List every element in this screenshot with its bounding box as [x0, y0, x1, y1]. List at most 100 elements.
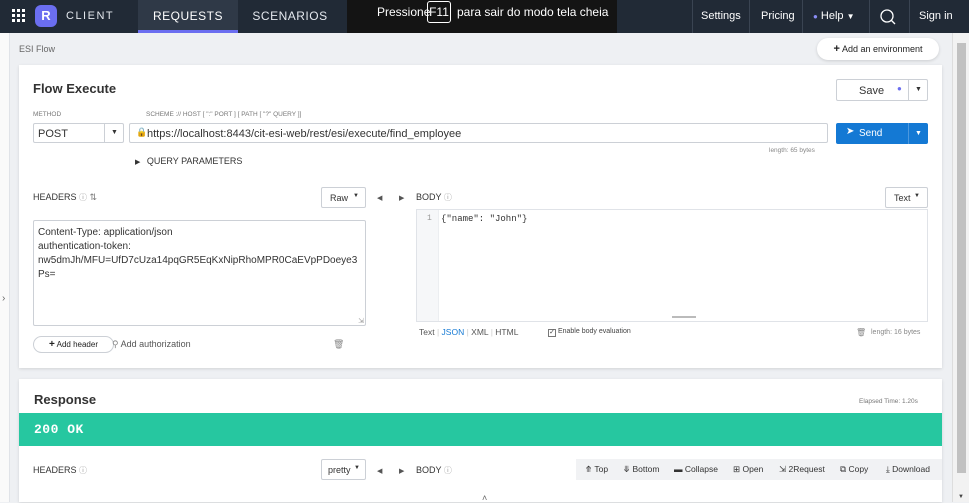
header-line: Content-Type: application/json	[38, 227, 173, 238]
response-headers-mode-select[interactable]: pretty ▼	[321, 459, 366, 480]
trash-icon[interactable]: 🗑	[333, 339, 344, 350]
caret-down-icon: ▼	[846, 12, 855, 21]
body-mode-select[interactable]: Text ▼	[885, 187, 928, 208]
lock-icon: 🔒	[136, 127, 148, 137]
response-toolbar: ⤊ Top ⤋ Bottom ▬ Collapse ⊞ Open ⇲ 2Requ…	[576, 459, 942, 480]
collapse-right-icon[interactable]: ▶	[399, 194, 404, 202]
chat-icon[interactable]	[878, 0, 900, 33]
checkbox-checked-icon[interactable]: ✓	[548, 329, 556, 337]
sort-icon[interactable]: ⇅	[90, 192, 98, 202]
format-text[interactable]: Text	[419, 327, 435, 337]
export-icon: ⇲	[779, 464, 787, 474]
body-editor[interactable]: 1 {"name": "John"}	[416, 209, 928, 322]
method-select[interactable]: POST ▼	[33, 123, 124, 143]
arrow-down-icon: ⤋	[623, 464, 631, 474]
pricing-link[interactable]: Pricing	[761, 0, 795, 33]
caret-down-icon: ▼	[914, 193, 920, 199]
enable-body-evaluation[interactable]: ✓ Enable body evaluation	[548, 328, 631, 337]
url-value: https://localhost:8443/cit-esi-web/rest/…	[147, 128, 462, 140]
query-parameters-toggle[interactable]: ▶ QUERY PARAMETERS	[135, 156, 242, 166]
signin-link[interactable]: Sign in	[919, 0, 953, 33]
app-name: CLIENT	[66, 10, 115, 22]
response-body-label-text: BODY	[416, 465, 442, 475]
line-number: 1	[427, 214, 432, 223]
headers-label: HEADERS ⓘ ⇅	[33, 192, 97, 203]
tab-scenarios[interactable]: SCENARIOS	[240, 0, 340, 33]
send-button[interactable]: ➤ Send ▼	[836, 123, 928, 144]
apps-grid-icon[interactable]	[12, 9, 26, 23]
settings-link[interactable]: Settings	[701, 0, 741, 33]
save-dot-icon: ●	[897, 84, 902, 93]
url-format-label: SCHEME :// HOST [ ":" PORT ] [ PATH [ "?…	[146, 111, 302, 118]
save-menu-caret-icon[interactable]: ▼	[908, 80, 928, 100]
info-icon: ⓘ	[443, 193, 452, 202]
save-label: Save	[859, 85, 885, 97]
collapse-label: Collapse	[684, 464, 718, 474]
response-panel: Response Elapsed Time: 1.20s 200 OK HEAD…	[19, 379, 942, 502]
scroll-down-arrow-icon[interactable]: ▼	[958, 494, 964, 500]
minus-square-icon: ▬	[674, 464, 683, 474]
add-environment-button[interactable]: + Add an environment	[817, 38, 939, 60]
headers-textarea[interactable]: Content-Type: application/json authentic…	[33, 220, 366, 326]
download-icon: ⤓	[886, 464, 890, 474]
method-value: POST	[38, 128, 68, 140]
add-authorization-link[interactable]: ⚲ Add authorization	[112, 339, 191, 350]
copy-label: Copy	[848, 464, 869, 474]
scrollbar-thumb[interactable]	[957, 43, 966, 473]
format-html[interactable]: HTML	[495, 327, 518, 337]
breadcrumb: ESI Flow	[19, 44, 56, 54]
sidebar-collapsed[interactable]: ›	[0, 33, 10, 502]
caret-down-icon: ▼	[353, 193, 359, 199]
tab-requests[interactable]: REQUESTS	[138, 0, 238, 33]
plus-icon: +	[833, 43, 840, 55]
query-parameters-label: QUERY PARAMETERS	[146, 156, 243, 166]
caret-down-icon: ▼	[354, 465, 360, 471]
headers-mode-select[interactable]: Raw ▼	[321, 187, 366, 208]
send-menu-caret-icon[interactable]: ▼	[908, 123, 928, 144]
top-label: Top	[594, 464, 609, 474]
url-length: length: 65 bytes	[769, 147, 815, 154]
add-header-button[interactable]: + Add header	[33, 336, 114, 353]
add-header-label: Add header	[56, 340, 98, 349]
save-button[interactable]: Save ● ▼	[836, 79, 928, 101]
response-headers-label: HEADERS ⓘ	[33, 465, 87, 476]
status-banner: 200 OK	[19, 413, 942, 446]
status-text: 200 OK	[34, 422, 84, 437]
fullscreen-notice: Pressione F11 para sair do modo tela che…	[347, 0, 617, 33]
body-format-tabs: Text | JSON | XML | HTML	[419, 327, 519, 337]
collapse-button[interactable]: ▬ Collapse	[674, 464, 718, 474]
method-label: METHOD	[33, 111, 62, 118]
collapse-left-icon[interactable]: ◀	[377, 194, 382, 202]
request-title: Flow Execute	[33, 81, 117, 96]
copy-icon: ⧉	[840, 464, 847, 474]
add-authorization-label: Add authorization	[120, 339, 191, 349]
info-icon: ⓘ	[79, 193, 88, 202]
help-menu[interactable]: ● Help ▼	[813, 0, 865, 33]
header-line: nw5dmJh/MFU=UfD7cUza14pqGR5EqKxNipRhoMPR…	[38, 255, 358, 266]
elapsed-time: Elapsed Time: 1.20s	[859, 398, 918, 405]
to-request-label: 2Request	[788, 464, 825, 474]
vertical-scrollbar[interactable]: ▼	[952, 33, 969, 502]
plus-icon: +	[49, 339, 55, 350]
trash-icon[interactable]: 🗑	[856, 328, 866, 337]
body-code: {"name": "John"}	[441, 214, 528, 224]
fullscreen-notice-prefix: Pressione	[377, 5, 431, 19]
format-json[interactable]: JSON	[442, 327, 465, 337]
download-button[interactable]: ⤓ Download	[886, 464, 930, 475]
copy-button[interactable]: ⧉ Copy	[840, 464, 868, 475]
collapse-left-icon[interactable]: ◀	[377, 467, 382, 475]
send-label: Send	[859, 128, 883, 139]
to-request-button[interactable]: ⇲ 2Request	[779, 464, 825, 475]
response-headers-mode-value: pretty	[328, 465, 351, 475]
editor-resize-handle[interactable]	[672, 316, 696, 318]
open-button[interactable]: ⊞ Open	[733, 464, 763, 475]
url-input[interactable]: 🔒 https://localhost:8443/cit-esi-web/res…	[129, 123, 828, 143]
f11-key: F11	[427, 1, 451, 23]
resize-handle-icon[interactable]: ⇲	[358, 317, 364, 325]
caret-right-icon: ▶	[135, 159, 141, 166]
bottom-label: Bottom	[632, 464, 660, 474]
format-xml[interactable]: XML	[471, 327, 488, 337]
collapse-right-icon[interactable]: ▶	[399, 467, 404, 475]
top-button[interactable]: ⤊ Top	[585, 464, 608, 475]
bottom-button[interactable]: ⤋ Bottom	[623, 464, 659, 475]
